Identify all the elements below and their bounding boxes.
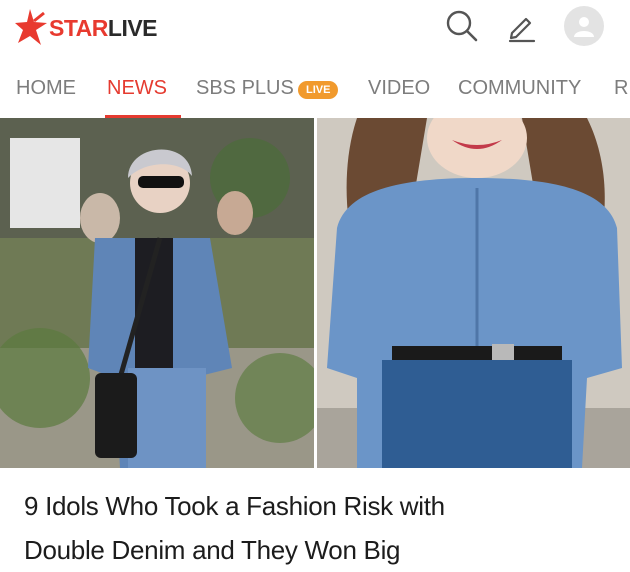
logo-text-star: STAR [49,14,108,41]
hero-photo-right [317,118,630,468]
headline-line-1: 9 Idols Who Took a Fashion Risk with [24,491,445,521]
search-button[interactable] [442,6,482,46]
top-bar: STARLIVE [0,0,630,56]
nav-item-community[interactable]: COMMUNITY [458,77,581,100]
logo-text-live: LIVE [107,14,158,41]
write-button[interactable] [501,6,541,46]
nav-item-truncated[interactable]: R. [614,77,630,100]
nav-item-home[interactable]: HOME [16,77,76,100]
pencil-icon [508,17,536,43]
article-headline[interactable]: 9 Idols Who Took a Fashion Risk with Dou… [24,484,614,572]
starlive-logo[interactable]: STARLIVE [14,6,158,48]
nav-item-news[interactable]: NEWS [107,77,167,100]
article-hero-image[interactable] [0,118,630,468]
nav-item-sbs-plus[interactable]: SBS PLUS [196,77,294,100]
live-badge: LIVE [298,81,339,99]
star-logo-icon [15,9,47,45]
nav-item-video[interactable]: VIDEO [368,77,430,100]
hero-photo-left [0,118,314,468]
headline-line-2: Double Denim and They Won Big [24,535,401,565]
search-icon [446,10,478,42]
user-avatar-button[interactable] [564,6,604,46]
user-avatar-icon [574,17,594,37]
category-nav: HOME NEWS SBS PLUS LIVE VIDEO COMMUNITY … [0,62,630,118]
